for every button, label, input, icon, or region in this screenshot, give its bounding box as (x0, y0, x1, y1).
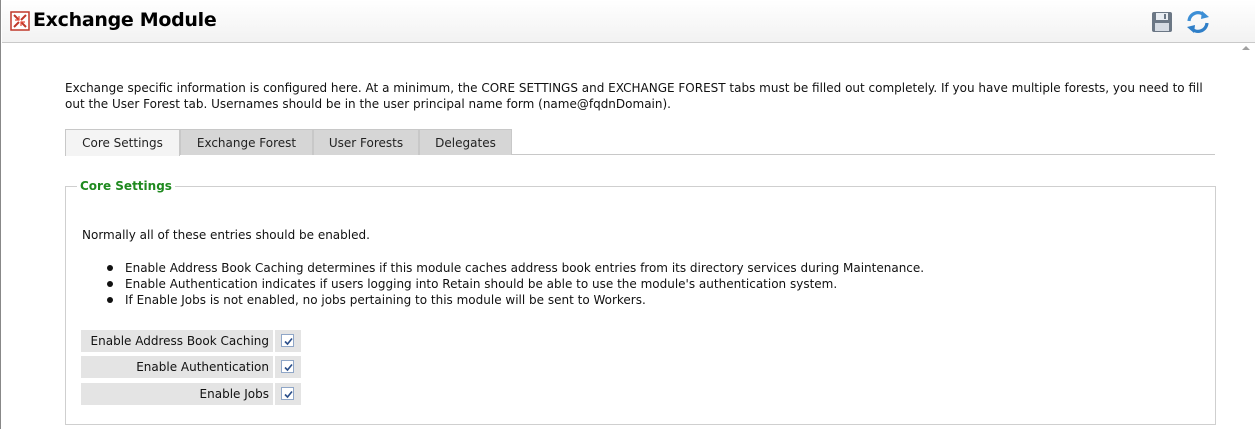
module-icon (10, 11, 30, 31)
module-panel: Exchange Module Exchange specific inform… (0, 0, 1255, 429)
core-settings-intro: Normally all of these entries should be … (82, 228, 370, 242)
core-settings-bullet-list: Enable Address Book Caching determines i… (105, 260, 924, 308)
tab-user-forests[interactable]: User Forests (313, 129, 419, 155)
list-item: If Enable Jobs is not enabled, no jobs p… (105, 292, 924, 308)
page-title: Exchange Module (33, 9, 217, 31)
checkmark-icon (284, 337, 293, 346)
enable-address-book-caching-checkbox[interactable] (281, 334, 294, 347)
option-checkbox-cell (275, 356, 301, 378)
option-row-address-book-caching: Enable Address Book Caching (81, 330, 301, 352)
core-settings-legend: Core Settings (77, 179, 175, 193)
tab-core-settings[interactable]: Core Settings (65, 129, 180, 156)
list-item: Enable Address Book Caching determines i… (105, 260, 924, 276)
checkmark-icon (284, 363, 293, 372)
list-item: Enable Authentication indicates if users… (105, 276, 924, 292)
option-checkbox-cell (275, 383, 301, 405)
option-label: Enable Jobs (81, 383, 273, 405)
tab-delegates[interactable]: Delegates (419, 129, 512, 155)
option-label: Enable Address Book Caching (81, 330, 273, 352)
scroll-up-arrow-icon[interactable] (1242, 46, 1250, 50)
tab-exchange-forest[interactable]: Exchange Forest (180, 129, 313, 155)
option-row-authentication: Enable Authentication (81, 356, 301, 378)
checkmark-icon (284, 390, 293, 399)
module-description: Exchange specific information is configu… (65, 81, 1203, 111)
save-icon[interactable] (1151, 11, 1173, 33)
enable-authentication-checkbox[interactable] (281, 360, 294, 373)
option-checkbox-cell (275, 330, 301, 352)
vertical-scrollbar[interactable] (1238, 44, 1255, 429)
option-row-jobs: Enable Jobs (81, 383, 301, 405)
enable-jobs-checkbox[interactable] (281, 387, 294, 400)
option-label: Enable Authentication (81, 356, 273, 378)
refresh-icon[interactable] (1184, 8, 1212, 36)
header-bar: Exchange Module (2, 0, 1255, 43)
tab-bar: Core Settings Exchange Forest User Fores… (65, 129, 1215, 156)
